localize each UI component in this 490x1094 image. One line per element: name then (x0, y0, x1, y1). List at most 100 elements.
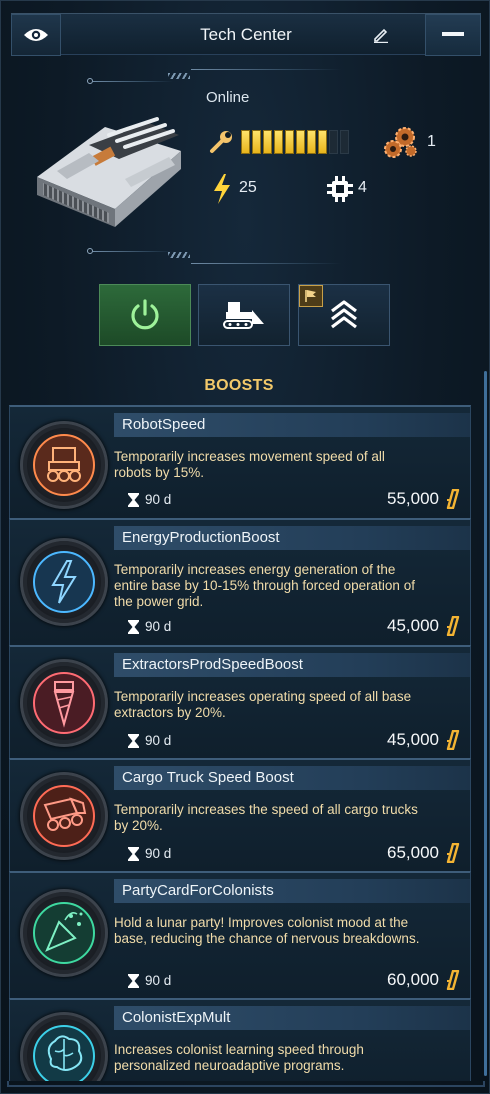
party-popper-icon (20, 889, 108, 977)
boost-description: Temporarily increases energy generation … (114, 562, 415, 609)
boost-card-extractors-speed[interactable]: ExtractorsProdSpeedBoost Temporarily inc… (9, 645, 471, 759)
boost-price-value: 60,000 (387, 970, 439, 989)
gears-icon (384, 127, 417, 158)
boost-description: Temporarily increases the speed of all c… (114, 802, 418, 833)
boost-description: Temporarily increases movement speed of … (114, 449, 385, 480)
chip-icon (327, 176, 353, 202)
credits-icon (446, 970, 460, 990)
boost-duration: 90 d (128, 492, 171, 507)
rename-button[interactable] (371, 24, 391, 46)
boost-duration: 90 d (128, 619, 171, 634)
demolish-button[interactable] (198, 284, 290, 346)
condition-segment (340, 130, 349, 154)
condition-segment (285, 130, 294, 154)
boost-duration-value: 90 d (145, 733, 172, 748)
power-toggle-button[interactable] (99, 284, 191, 346)
boost-card-party-card[interactable]: PartyCardForColonists Hold a lunar party… (9, 871, 471, 999)
wrench-icon (210, 131, 232, 153)
boost-card-colonist-exp-mult[interactable]: ColonistExpMult Increases colonist learn… (9, 998, 471, 1081)
boost-card-robot-speed[interactable]: RobotSpeed Temporarily increases movemen… (9, 405, 471, 519)
boost-name: ColonistExpMult (114, 1006, 470, 1030)
credits-icon (446, 730, 460, 750)
boost-price[interactable]: 45,000 (387, 616, 460, 636)
condition-segment (274, 130, 283, 154)
panel-header: Tech Center (11, 13, 481, 56)
boost-name: Cargo Truck Speed Boost (114, 766, 470, 790)
boost-name: EnergyProductionBoost (114, 526, 470, 550)
frame-decoration (168, 73, 190, 79)
condition-bar (241, 130, 349, 154)
boost-description: Temporarily increases operating speed of… (114, 689, 412, 720)
drill-icon (20, 659, 108, 747)
boost-name: ExtractorsProdSpeedBoost (114, 653, 470, 677)
hourglass-icon (128, 619, 139, 634)
boost-duration: 90 d (128, 846, 171, 861)
frame-decoration (191, 263, 341, 264)
credits-icon (446, 489, 460, 509)
boost-description: Increases colonist learning speed throug… (114, 1042, 364, 1073)
frame-decoration (168, 252, 190, 258)
workers-value: 4 (358, 179, 367, 196)
credits-icon (446, 843, 460, 863)
boost-description: Hold a lunar party! Improves colonist mo… (114, 915, 420, 946)
boost-duration-value: 90 d (145, 619, 172, 634)
chevrons-up-icon (331, 300, 357, 329)
power-icon (131, 299, 159, 330)
robot-rover-icon (20, 421, 108, 509)
boost-price[interactable]: 45,000 (387, 730, 460, 750)
pencil-icon (374, 28, 388, 43)
minimize-icon (442, 32, 464, 36)
boost-card-cargo-truck-speed[interactable]: Cargo Truck Speed Boost Temporarily incr… (9, 758, 471, 872)
lightning-icon (20, 538, 108, 626)
flag-badge (299, 285, 323, 307)
condition-segment (329, 130, 338, 154)
condition-segment (263, 130, 272, 154)
frame-decoration (93, 251, 173, 252)
boosts-section-title: BOOSTS (204, 377, 274, 394)
frame-decoration (191, 69, 341, 70)
credits-icon (446, 616, 460, 636)
truck-icon (20, 772, 108, 860)
hourglass-icon (128, 733, 139, 748)
frame-decoration (93, 81, 173, 82)
boost-name: RobotSpeed (114, 413, 470, 437)
flag-icon (305, 290, 316, 302)
energy-icon (214, 174, 230, 204)
tech-center-building-image (37, 117, 181, 227)
boost-price[interactable]: 65,000 (387, 843, 460, 863)
panel-bottom-edge (7, 1081, 485, 1087)
bulldozer-icon (223, 302, 264, 329)
boost-duration: 90 d (128, 733, 171, 748)
energy-value: 25 (239, 179, 257, 196)
hourglass-icon (128, 973, 139, 988)
boost-list-scrollbar[interactable] (484, 371, 487, 1076)
boost-name: PartyCardForColonists (114, 879, 470, 903)
condition-segment (296, 130, 305, 154)
eye-icon (24, 29, 48, 41)
boost-list: RobotSpeed Temporarily increases movemen… (9, 405, 471, 1081)
condition-segment (307, 130, 316, 154)
condition-segment (252, 130, 261, 154)
boost-card-energy-production[interactable]: EnergyProductionBoost Temporarily increa… (9, 518, 471, 646)
boost-price-value: 65,000 (387, 843, 439, 862)
hourglass-icon (128, 492, 139, 507)
boost-duration-value: 90 d (145, 846, 172, 861)
building-status: Online (206, 89, 250, 106)
brain-icon (20, 1012, 108, 1081)
window-title: Tech Center (200, 25, 292, 44)
boost-duration-value: 90 d (145, 973, 172, 988)
spare-parts-count: 1 (427, 133, 436, 150)
hourglass-icon (128, 846, 139, 861)
condition-segment (241, 130, 250, 154)
boost-price[interactable]: 55,000 (387, 489, 460, 509)
boost-price-value: 45,000 (387, 730, 439, 749)
boost-price[interactable]: 60,000 (387, 970, 460, 990)
boost-duration: 90 d (128, 973, 171, 988)
boost-price-value: 45,000 (387, 616, 439, 635)
minimize-button[interactable] (425, 14, 481, 56)
tech-center-panel: Tech Center Online 1 25 4 BOOSTS RobotSp… (0, 0, 490, 1094)
boost-duration-value: 90 d (145, 492, 172, 507)
boost-price-value: 55,000 (387, 489, 439, 508)
visibility-toggle-button[interactable] (11, 14, 61, 56)
condition-segment (318, 130, 327, 154)
